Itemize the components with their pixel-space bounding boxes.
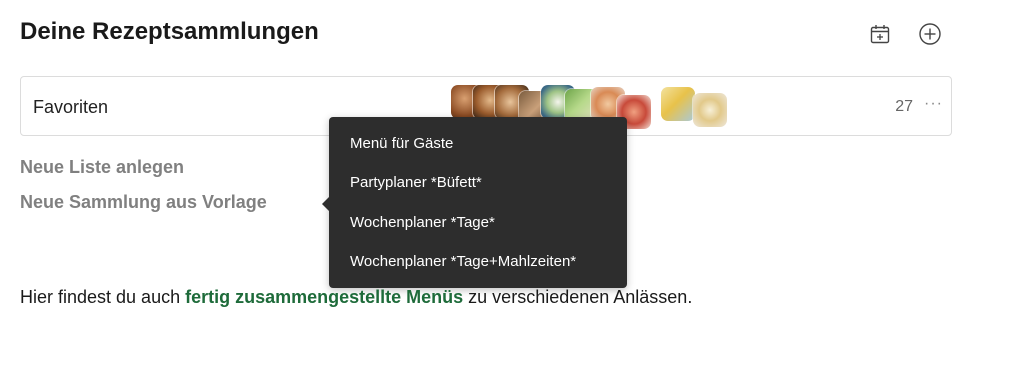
ready-menus-link[interactable]: fertig zusammengestellte Menüs [185,287,463,307]
footer-text-before: Hier findest du auch [20,287,186,307]
add-collection-button[interactable] [918,22,942,46]
page: Deine Rezeptsammlungen Favoriten 27 ··· … [0,0,1024,374]
plus-circle-icon [919,23,941,45]
footer-text: Hier findest du auch fertig zusammengest… [20,287,692,308]
popup-arrow [322,197,329,211]
menu-item-wochenplaner-mahlzeiten[interactable]: Wochenplaner *Tage+Mahlzeiten* [350,253,576,270]
food-thumbnail [693,93,727,127]
menu-item-partyplaner[interactable]: Partyplaner *Büfett* [350,174,482,191]
template-menu-popup: Menü für Gäste Partyplaner *Büfett* Woch… [322,117,627,288]
new-from-template-link[interactable]: Neue Sammlung aus Vorlage [20,192,267,213]
menu-item-menu-fuer-gaeste[interactable]: Menü für Gäste [350,135,453,152]
new-list-link[interactable]: Neue Liste anlegen [20,157,184,178]
collection-count: 27 [895,98,913,115]
menu-item-wochenplaner-tage[interactable]: Wochenplaner *Tage* [350,214,495,231]
food-thumbnail [661,87,695,121]
calendar-add-button[interactable] [868,22,892,46]
collection-name: Favoriten [33,97,109,117]
more-options-button[interactable]: ··· [924,95,943,113]
calendar-add-icon [870,25,890,44]
page-title: Deine Rezeptsammlungen [20,18,319,45]
footer-text-after: zu verschiedenen Anlässen. [463,287,693,307]
